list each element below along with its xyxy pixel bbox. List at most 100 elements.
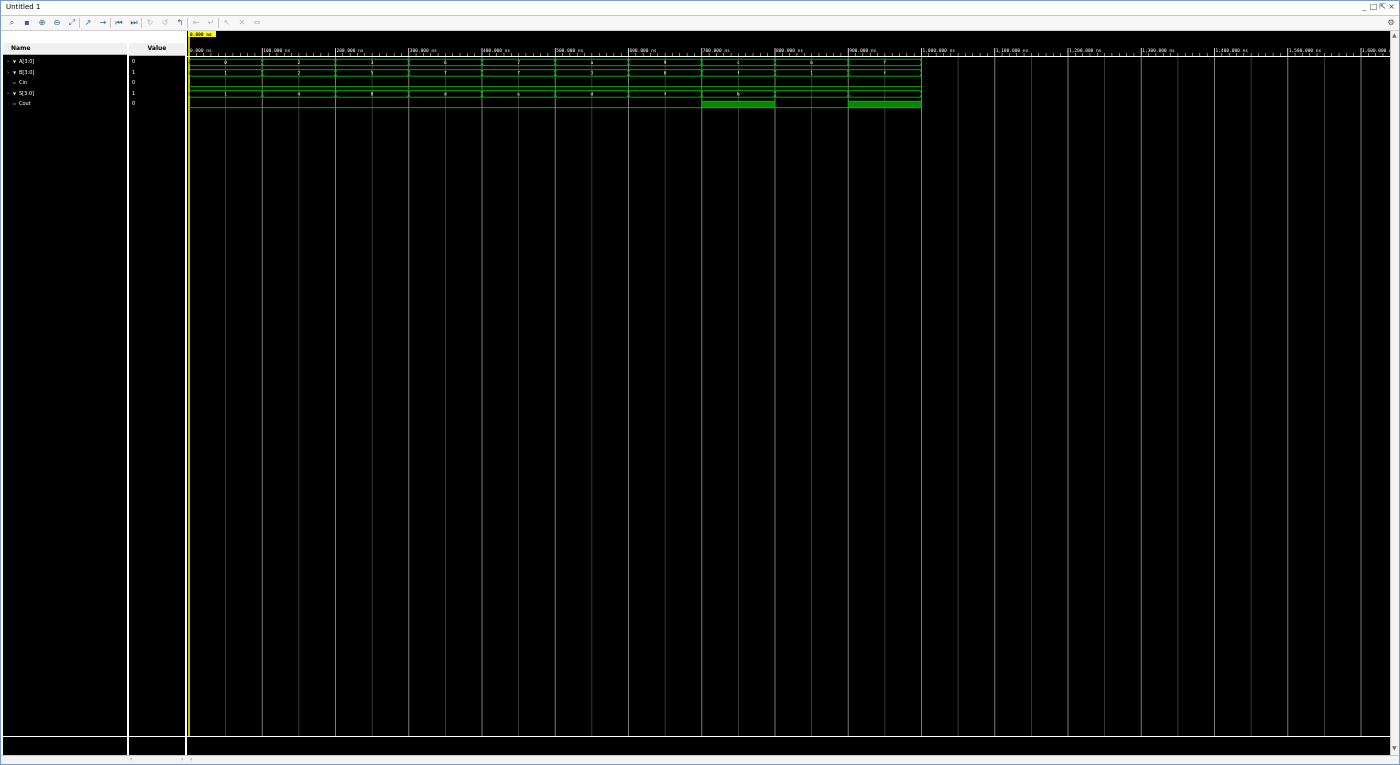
- signal-row[interactable]: ▫ Cin: [3, 78, 127, 88]
- bus-value-label: 3: [371, 60, 374, 66]
- time-tick-label: 1,100.000 ns: [996, 48, 1029, 54]
- signal-value-panel: Value 0 1 0 1 0: [129, 43, 185, 755]
- expand-chevron-icon[interactable]: ›: [7, 68, 9, 78]
- signal-row[interactable]: › ▼ S[3:0]: [3, 89, 127, 99]
- prev-transition-icon[interactable]: ↻: [144, 17, 156, 29]
- panel-bottom-line: [3, 736, 185, 737]
- signal-name: Cin: [19, 80, 28, 86]
- zoom-fit-icon[interactable]: ⤢: [66, 17, 78, 29]
- time-tick-label: 200.000 ns: [337, 48, 364, 54]
- time-tick-label: 800.000 ns: [776, 48, 803, 54]
- prev-marker-icon[interactable]: ⇤: [190, 17, 202, 29]
- signal-name-panel: Name › ▼ A[3:0] › ▼ B[3:0] ▫ Cin › ▼ S[3:0] ▫ Cout: [3, 43, 127, 755]
- time-tick-label: 300.000 ns: [410, 48, 437, 54]
- wave-scroll-left-icon[interactable]: ‹: [190, 756, 192, 763]
- scroll-left-icon[interactable]: ‹: [130, 756, 132, 763]
- window-title: Untitled 1: [6, 3, 41, 11]
- close-icon[interactable]: ×: [1387, 2, 1396, 11]
- time-tick-label: 1,400.000 ns: [1216, 48, 1249, 54]
- time-tick-label: 1,300.000 ns: [1142, 48, 1175, 54]
- next-transition-icon[interactable]: ↺: [159, 17, 171, 29]
- scroll-up-icon[interactable]: ▲: [1392, 32, 1397, 39]
- high-segment: [847, 100, 922, 109]
- signal-value: 0: [132, 101, 136, 107]
- scroll-right-icon[interactable]: ›: [181, 756, 183, 763]
- signal-value: 1: [132, 90, 136, 97]
- signal-name: S[3:0]: [19, 90, 35, 97]
- time-tick-label: 700.000 ns: [703, 48, 730, 54]
- bus-value-label: f: [664, 92, 667, 98]
- cursor-to-zero-icon[interactable]: ↗: [82, 17, 94, 29]
- bus-value-label: 7: [444, 71, 447, 77]
- name-column-header[interactable]: Name: [3, 43, 127, 55]
- bus-value-label: e: [517, 93, 520, 98]
- zoom-out-icon[interactable]: ⊖: [51, 17, 63, 29]
- minimize-icon[interactable]: _: [1360, 2, 1369, 11]
- signal-row[interactable]: › ▼ B[3:0]: [3, 68, 127, 78]
- time-tick-label: 1,200.000 ns: [1069, 48, 1102, 54]
- save-icon[interactable]: ▪: [21, 17, 33, 29]
- value-column-header[interactable]: Value: [129, 43, 185, 56]
- add-marker-icon[interactable]: ↰: [174, 17, 186, 29]
- swap-cursors-icon[interactable]: ↖: [221, 17, 233, 29]
- zoom-in-icon[interactable]: ⊕: [36, 17, 48, 29]
- search-icon[interactable]: ⌕: [6, 17, 18, 29]
- expand-chevron-icon[interactable]: ›: [7, 89, 9, 99]
- flip-icon[interactable]: ⇔: [251, 17, 263, 29]
- bus-value-label: a: [591, 61, 594, 66]
- bus-value-label: 5: [371, 71, 374, 77]
- bit-signal-icon: ▫: [13, 80, 16, 85]
- maximize-icon[interactable]: □: [1369, 2, 1378, 11]
- bus-value-label: 6: [664, 71, 667, 77]
- go-to-start-icon[interactable]: ⏮: [113, 17, 125, 29]
- go-to-end-icon[interactable]: ⏭: [128, 17, 140, 29]
- bus-value-label: b: [810, 60, 813, 66]
- time-tick-label: 1,500.000 ns: [1289, 48, 1322, 54]
- bus-value-label: d: [591, 92, 594, 98]
- signal-value: 0: [132, 80, 136, 86]
- high-segment: [701, 100, 776, 109]
- bus-value-label: f: [737, 71, 740, 77]
- bus-value-label: 0: [224, 60, 227, 66]
- signal-name: Cout: [19, 101, 31, 107]
- time-tick-label: 400.000 ns: [483, 48, 510, 54]
- bus-value-label: 7: [517, 71, 520, 77]
- bus-value-label: 2: [298, 71, 301, 77]
- cursor-to-end-icon[interactable]: →: [97, 17, 109, 29]
- snap-icon[interactable]: ✕: [236, 17, 248, 29]
- vertical-scrollbar[interactable]: ▲ ▼: [1390, 31, 1399, 755]
- signal-row[interactable]: › ▼ A[3:0]: [3, 57, 127, 67]
- bus-signal-icon: ▼: [13, 59, 17, 64]
- waveform-area[interactable]: 0.000 ns 100.000 ns 200.000 ns 300.000 ns 40…: [187, 31, 1390, 736]
- column-divider[interactable]: [127, 31, 129, 755]
- undock-icon[interactable]: ⇱: [1378, 2, 1387, 11]
- toolbar: ⌕ ▪ ⊕ ⊖ ⤢ ↗ → ⏮ ⏭ ↻ ↺ ↰ ⇤ ↵ ↖ ✕ ⇔ ⚙: [1, 16, 1399, 31]
- cursor-time-label: 0.000 ns: [190, 32, 212, 38]
- horizontal-scrollbar[interactable]: ‹ › ‹: [1, 755, 1399, 764]
- bus-value-label: 4: [298, 92, 301, 98]
- settings-icon[interactable]: ⚙: [1385, 17, 1397, 29]
- signal-name: B[3:0]: [19, 69, 35, 76]
- signal-name: A[3:0]: [19, 59, 35, 65]
- bus-value-label: d: [444, 92, 447, 98]
- bit-signal-icon: ▫: [13, 101, 16, 106]
- bus-value-label: 7: [517, 60, 520, 66]
- scroll-down-icon[interactable]: ▼: [1392, 745, 1397, 752]
- time-tick-label: 1,000.000 ns: [923, 48, 956, 54]
- time-tick-label: 900.000 ns: [849, 48, 876, 54]
- bus-signal-icon: ▼: [13, 90, 17, 96]
- bus-value-label: 1: [224, 71, 227, 77]
- bus-value-label: 2: [298, 60, 301, 66]
- time-tick-label: 1,600.000 ns: [1362, 48, 1390, 54]
- bus-value-label: 1: [224, 92, 227, 98]
- next-marker-icon[interactable]: ↵: [205, 17, 217, 29]
- bus-value-label: b: [737, 92, 740, 98]
- time-tick-label: 100.000 ns: [263, 48, 290, 54]
- bus-value-label: 9: [664, 60, 667, 66]
- waveform-horizontal-scroll-area[interactable]: [187, 736, 1390, 756]
- bus-value-label: f: [884, 71, 887, 77]
- expand-chevron-icon[interactable]: ›: [7, 57, 9, 67]
- bus-value-label: 6: [444, 60, 447, 66]
- waveform-canvas[interactable]: 0.000 ns 100.000 ns 200.000 ns 300.000 ns 40…: [187, 31, 1390, 736]
- signal-row[interactable]: ▫ Cout: [3, 99, 127, 109]
